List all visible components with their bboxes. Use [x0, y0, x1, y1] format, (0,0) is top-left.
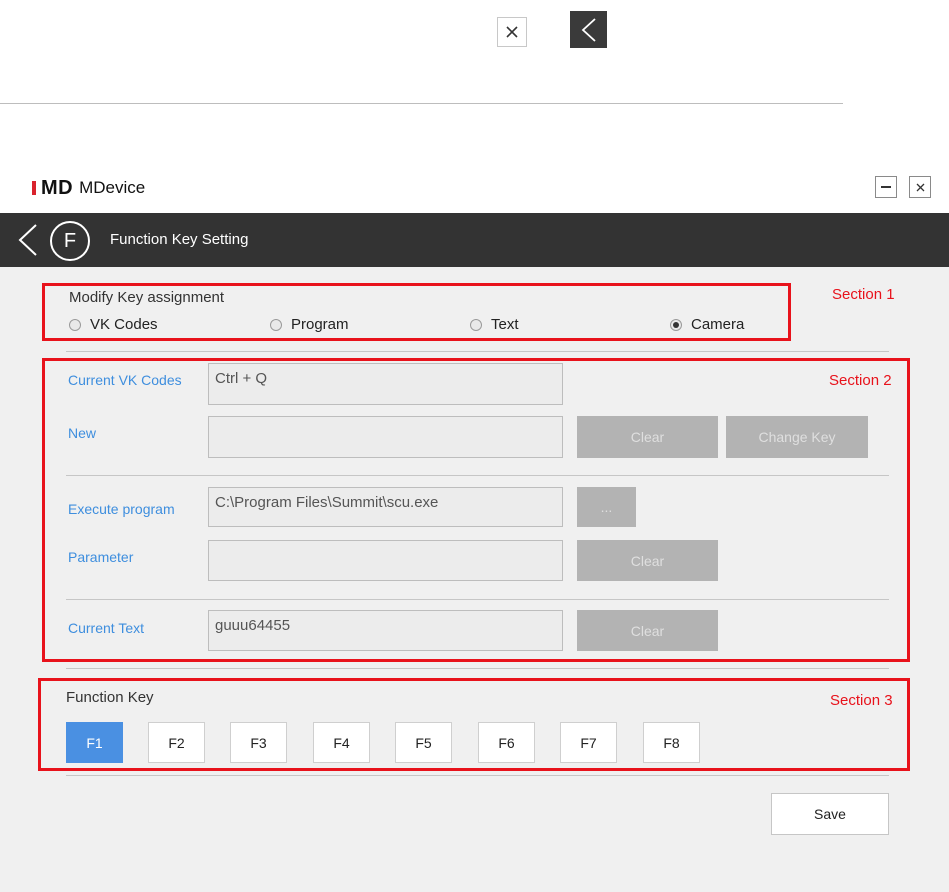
chevron-left-icon — [18, 224, 37, 256]
fkey-f1[interactable]: F1 — [66, 722, 123, 763]
close-icon[interactable] — [497, 17, 527, 47]
app-logo: MD — [41, 176, 74, 199]
current-vk-field: Ctrl + Q — [208, 363, 563, 405]
fkey-f5[interactable]: F5 — [395, 722, 452, 763]
radio-circle — [470, 318, 482, 331]
radio-label: VK Codes — [90, 316, 158, 333]
back-button[interactable] — [14, 223, 42, 257]
fkey-f6[interactable]: F6 — [478, 722, 535, 763]
radio-label: Camera — [691, 316, 745, 333]
chevron-left-icon[interactable] — [570, 11, 607, 48]
radio-circle-checked — [670, 318, 682, 331]
function-key-heading: Function Key — [66, 689, 154, 706]
parameter-field[interactable] — [208, 540, 563, 581]
fkey-f2[interactable]: F2 — [148, 722, 205, 763]
separator — [66, 599, 889, 600]
browse-button[interactable]: ... — [577, 487, 636, 527]
section-2-label: Section 2 — [829, 372, 892, 389]
radio-label: Program — [291, 316, 349, 333]
section-3-label: Section 3 — [830, 692, 893, 709]
parameter-label: Parameter — [68, 549, 134, 565]
execute-program-label: Execute program — [68, 501, 175, 517]
current-text-label: Current Text — [68, 620, 144, 636]
section-1-label: Section 1 — [832, 286, 895, 303]
clear-new-button[interactable]: Clear — [577, 416, 718, 458]
separator — [66, 775, 889, 776]
save-button[interactable]: Save — [771, 793, 889, 835]
fkey-f8[interactable]: F8 — [643, 722, 700, 763]
clear-parameter-button[interactable]: Clear — [577, 540, 718, 581]
new-label: New — [68, 425, 97, 441]
new-key-field[interactable] — [208, 416, 563, 458]
minimize-button[interactable] — [875, 176, 897, 198]
change-key-button[interactable]: Change Key — [726, 416, 868, 458]
clear-text-button[interactable]: Clear — [577, 610, 718, 651]
radio-circle — [69, 318, 81, 331]
fkey-f4[interactable]: F4 — [313, 722, 370, 763]
brand-mark — [32, 181, 36, 195]
function-badge: F — [50, 221, 90, 261]
app-brand: MD MDevice — [32, 176, 145, 200]
modify-key-heading: Modify Key assignment — [69, 289, 225, 306]
separator — [66, 475, 889, 476]
app-name: MDevice — [79, 178, 146, 197]
fkey-f3[interactable]: F3 — [230, 722, 287, 763]
window-close-button[interactable] — [909, 176, 931, 198]
separator — [66, 351, 889, 352]
close-icon — [916, 183, 924, 191]
current-vk-label: Current VK Codes — [68, 372, 182, 388]
radio-circle — [270, 318, 282, 331]
page-title: Function Key Setting — [110, 231, 249, 248]
radio-vk-codes[interactable]: VK Codes — [69, 316, 158, 333]
radio-program[interactable]: Program — [270, 316, 349, 333]
execute-program-field[interactable]: C:\Program Files\Summit\scu.exe — [208, 487, 563, 527]
radio-label: Text — [491, 316, 519, 333]
separator — [66, 668, 889, 669]
minus-icon — [881, 186, 891, 188]
radio-text[interactable]: Text — [470, 316, 519, 333]
fkey-f7[interactable]: F7 — [560, 722, 617, 763]
divider — [0, 103, 843, 104]
radio-camera[interactable]: Camera — [670, 316, 744, 333]
current-text-field[interactable]: guuu64455 — [208, 610, 563, 651]
